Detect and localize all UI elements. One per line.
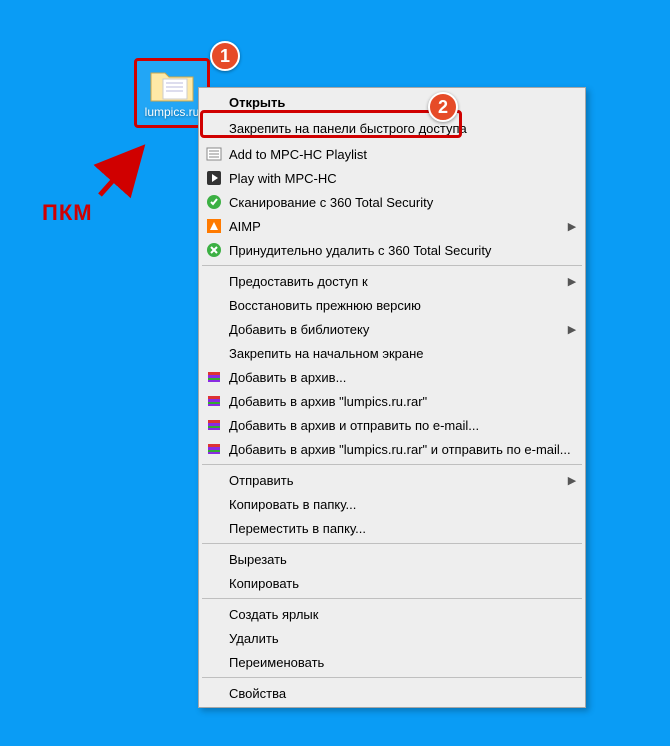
menu-archive-name-mail[interactable]: Добавить в архив "lumpics.ru.rar" и отпр… (201, 437, 583, 461)
menu-archname-label: Добавить в архив "lumpics.ru.rar" (225, 394, 579, 409)
menu-move-folder[interactable]: Переместить в папку... (201, 516, 583, 540)
shield-scan-icon (203, 194, 225, 210)
menu-open[interactable]: Открыть (201, 90, 583, 114)
menu-mpc-play[interactable]: Play with MPC-HC (201, 166, 583, 190)
menu-del360-label: Принудительно удалить с 360 Total Securi… (225, 243, 579, 258)
menu-access-label: Предоставить доступ к (225, 274, 565, 289)
menu-copyfolder-label: Копировать в папку... (225, 497, 579, 512)
menu-aimp[interactable]: AIMP ▶ (201, 214, 583, 238)
play-icon (203, 170, 225, 186)
menu-library-label: Добавить в библиотеку (225, 322, 565, 337)
menu-scan-label: Сканирование с 360 Total Security (225, 195, 579, 210)
menu-pinstart-label: Закрепить на начальном экране (225, 346, 579, 361)
chevron-right-icon: ▶ (565, 474, 579, 487)
menu-shortcut-label: Создать ярлык (225, 607, 579, 622)
menu-movefolder-label: Переместить в папку... (225, 521, 579, 536)
winrar-icon (203, 441, 225, 457)
menu-delete-label: Удалить (225, 631, 579, 646)
chevron-right-icon: ▶ (565, 275, 579, 288)
aimp-icon (203, 218, 225, 234)
menu-archive-mail[interactable]: Добавить в архив и отправить по e-mail..… (201, 413, 583, 437)
folder-label: lumpics.ru (145, 105, 200, 119)
menu-archive-add[interactable]: Добавить в архив... (201, 365, 583, 389)
menu-add-library[interactable]: Добавить в библиотеку ▶ (201, 317, 583, 341)
menu-sendto-label: Отправить (225, 473, 565, 488)
menu-scan-360[interactable]: Сканирование с 360 Total Security (201, 190, 583, 214)
menu-create-shortcut[interactable]: Создать ярлык (201, 602, 583, 626)
menu-copy-label: Копировать (225, 576, 579, 591)
menu-mpc-add[interactable]: Add to MPC-HC Playlist (201, 142, 583, 166)
arrow-annotation (90, 140, 160, 210)
menu-pin-quickaccess[interactable]: Закрепить на панели быстрого доступа (201, 114, 583, 142)
chevron-right-icon: ▶ (565, 220, 579, 233)
menu-archive-name[interactable]: Добавить в архив "lumpics.ru.rar" (201, 389, 583, 413)
callout-badge-2: 2 (428, 92, 458, 122)
menu-open-label: Открыть (225, 95, 579, 110)
menu-properties-label: Свойства (225, 686, 579, 701)
menu-copy-folder[interactable]: Копировать в папку... (201, 492, 583, 516)
menu-rename-label: Переименовать (225, 655, 579, 670)
winrar-icon (203, 369, 225, 385)
winrar-icon (203, 393, 225, 409)
menu-delete-360[interactable]: Принудительно удалить с 360 Total Securi… (201, 238, 583, 262)
menu-rename[interactable]: Переименовать (201, 650, 583, 674)
menu-archadd-label: Добавить в архив... (225, 370, 579, 385)
menu-restore-label: Восстановить прежнюю версию (225, 298, 579, 313)
menu-restore-prev[interactable]: Восстановить прежнюю версию (201, 293, 583, 317)
menu-aimp-label: AIMP (225, 219, 565, 234)
menu-archmail-label: Добавить в архив и отправить по e-mail..… (225, 418, 579, 433)
menu-archnamemail-label: Добавить в архив "lumpics.ru.rar" и отпр… (225, 442, 579, 457)
menu-give-access[interactable]: Предоставить доступ к ▶ (201, 269, 583, 293)
separator (202, 598, 582, 599)
separator (202, 265, 582, 266)
menu-properties[interactable]: Свойства (201, 681, 583, 705)
menu-delete[interactable]: Удалить (201, 626, 583, 650)
menu-mpc-add-label: Add to MPC-HC Playlist (225, 147, 579, 162)
menu-mpc-play-label: Play with MPC-HC (225, 171, 579, 186)
folder-icon (149, 67, 195, 103)
menu-send-to[interactable]: Отправить ▶ (201, 468, 583, 492)
menu-cut[interactable]: Вырезать (201, 547, 583, 571)
menu-pin-start[interactable]: Закрепить на начальном экране (201, 341, 583, 365)
shield-delete-icon (203, 242, 225, 258)
rmb-label: ПКМ (42, 200, 93, 226)
separator (202, 543, 582, 544)
menu-copy[interactable]: Копировать (201, 571, 583, 595)
winrar-icon (203, 417, 225, 433)
menu-cut-label: Вырезать (225, 552, 579, 567)
callout-badge-1: 1 (210, 41, 240, 71)
separator (202, 677, 582, 678)
chevron-right-icon: ▶ (565, 323, 579, 336)
separator (202, 464, 582, 465)
playlist-icon (203, 146, 225, 162)
menu-pin-label: Закрепить на панели быстрого доступа (225, 121, 579, 136)
context-menu: Открыть Закрепить на панели быстрого дос… (198, 87, 586, 708)
